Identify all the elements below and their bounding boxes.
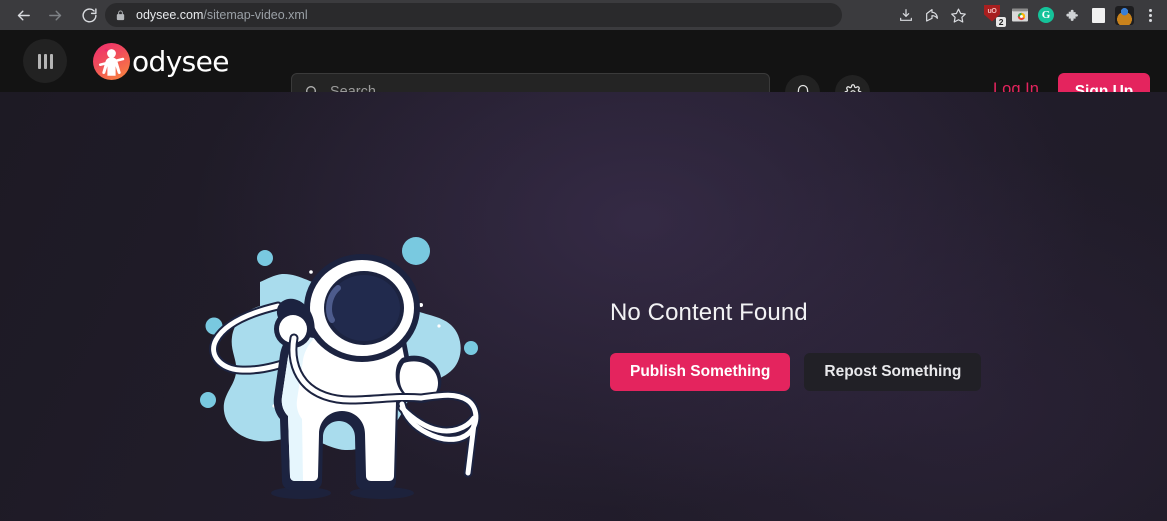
- grammarly-icon: G: [1038, 7, 1054, 23]
- install-app-icon: [900, 9, 912, 21]
- url-path: /sitemap-video.xml: [203, 8, 308, 22]
- bookmark-button[interactable]: [945, 0, 971, 30]
- publish-something-button[interactable]: Publish Something: [610, 353, 791, 391]
- grammarly-label: G: [1041, 9, 1051, 21]
- profile-avatar-button[interactable]: [1111, 0, 1137, 30]
- extensions-button[interactable]: [1059, 0, 1085, 30]
- url-bar[interactable]: odysee.com/sitemap-video.xml: [105, 3, 842, 27]
- url-text: odysee.com/sitemap-video.xml: [136, 8, 308, 22]
- hamburger-menu-icon: [37, 53, 53, 69]
- url-host: odysee.com: [136, 8, 204, 22]
- reading-list-button[interactable]: [1085, 0, 1111, 30]
- ublock-badge-count: 2: [996, 17, 1006, 27]
- odysee-astronaut-logo-icon: [93, 42, 130, 80]
- reload-button[interactable]: [74, 0, 104, 30]
- sidebar-toggle-button[interactable]: [23, 39, 67, 83]
- photo-extension-button[interactable]: [1007, 0, 1033, 30]
- repost-something-button[interactable]: Repost Something: [804, 353, 982, 391]
- three-dot-menu-icon: [1148, 8, 1152, 22]
- ublock-label: uO: [987, 7, 997, 15]
- reload-icon: [81, 7, 97, 23]
- browser-action-icons: uO 2 G: [893, 0, 1163, 30]
- puzzle-extensions-icon: [1065, 9, 1078, 21]
- forward-button[interactable]: [40, 0, 70, 30]
- page-title: No Content Found: [610, 299, 808, 326]
- share-icon: [926, 9, 938, 22]
- grammarly-button[interactable]: G: [1033, 0, 1059, 30]
- browser-chrome: odysee.com/sitemap-video.xml uO 2 G: [0, 0, 1167, 30]
- brand-home-link[interactable]: odysee: [93, 42, 230, 80]
- empty-state: No Content Found Publish Something Repos…: [610, 299, 982, 391]
- back-arrow-icon: [17, 10, 30, 20]
- main-content: No Content Found Publish Something Repos…: [0, 92, 1167, 521]
- reading-list-icon: [1091, 7, 1105, 23]
- brand-name: odysee: [132, 44, 230, 78]
- profile-avatar-icon: [1114, 5, 1134, 25]
- share-button[interactable]: [919, 0, 945, 30]
- astronaut-lasso-illustration: [186, 210, 526, 510]
- empty-state-actions: Publish Something Repost Something: [610, 353, 982, 391]
- photo-extension-icon: [1012, 8, 1028, 22]
- star-bookmark-icon: [950, 8, 966, 23]
- ublock-origin-button[interactable]: uO 2: [977, 0, 1007, 30]
- browser-menu-button[interactable]: [1137, 0, 1163, 30]
- site-header: odysee Log In Sign Up: [0, 30, 1167, 111]
- lock-icon: [115, 9, 126, 22]
- install-app-button[interactable]: [893, 0, 919, 30]
- back-button[interactable]: [8, 0, 38, 30]
- forward-arrow-icon: [48, 10, 61, 20]
